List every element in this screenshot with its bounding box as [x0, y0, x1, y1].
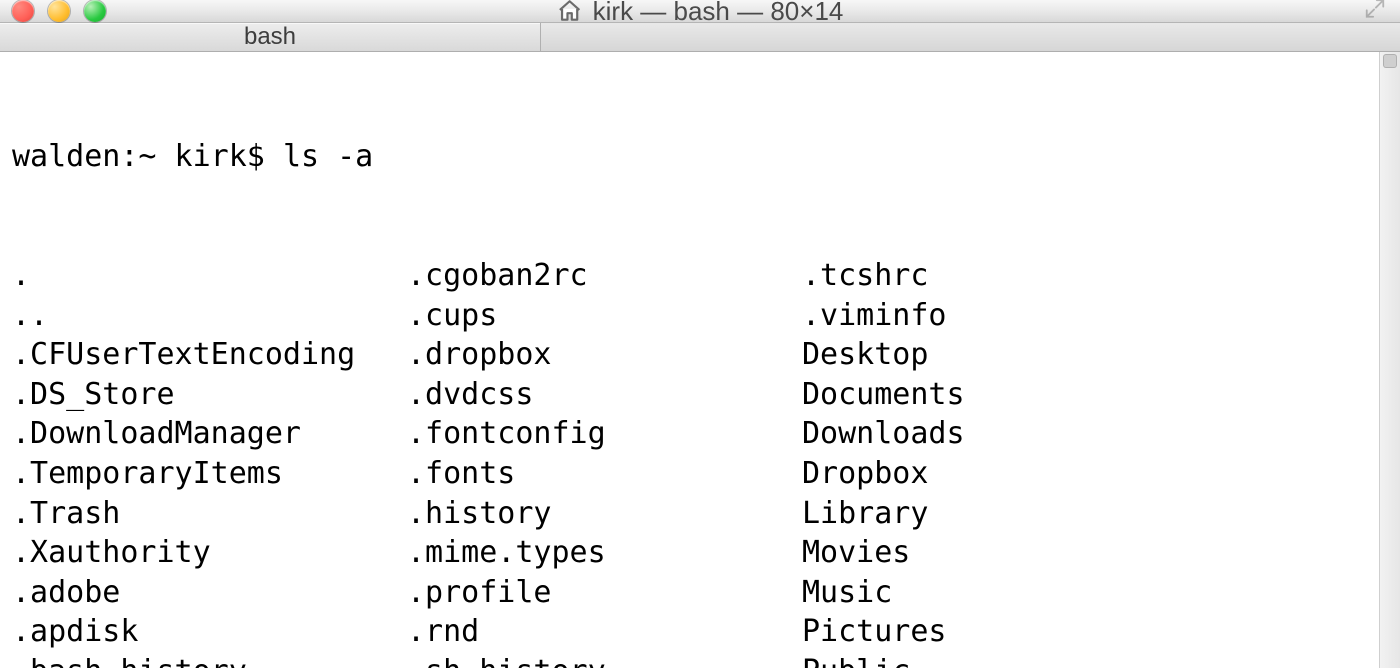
list-item: .TemporaryItems — [12, 454, 407, 494]
list-item: .Xauthority — [12, 533, 407, 573]
list-item: Documents — [802, 375, 965, 415]
list-item: .bash_history — [12, 652, 407, 668]
entered-command: ls -a — [283, 137, 373, 177]
terminal-area: walden:~ kirk$ ls -a . .. .CFUserTextEnc… — [0, 52, 1400, 668]
ls-column-3: .tcshrc .viminfo Desktop Documents Downl… — [802, 256, 965, 668]
scrollbar[interactable] — [1379, 52, 1400, 668]
list-item: Desktop — [802, 335, 965, 375]
list-item: .rnd — [407, 612, 802, 652]
scroll-thumb[interactable] — [1383, 54, 1397, 68]
list-item: .apdisk — [12, 612, 407, 652]
tab-bash[interactable]: bash — [0, 23, 541, 51]
list-item: .. — [12, 296, 407, 336]
list-item: Music — [802, 573, 965, 613]
list-item: .CFUserTextEncoding — [12, 335, 407, 375]
terminal-window: kirk — bash — 80×14 bash walden:~ kirk$ … — [0, 0, 1400, 668]
list-item: .dvdcss — [407, 375, 802, 415]
window-title: kirk — bash — 80×14 — [593, 0, 844, 27]
list-item: .profile — [407, 573, 802, 613]
tab-bar: bash — [0, 23, 1400, 52]
list-item: Pictures — [802, 612, 965, 652]
list-item: .cups — [407, 296, 802, 336]
list-item: .tcshrc — [802, 256, 965, 296]
list-item: . — [12, 256, 407, 296]
list-item: .fonts — [407, 454, 802, 494]
shell-prompt: walden:~ kirk$ — [12, 137, 283, 177]
terminal-output[interactable]: walden:~ kirk$ ls -a . .. .CFUserTextEnc… — [0, 52, 1379, 668]
list-item: Library — [802, 494, 965, 534]
list-item: .history — [407, 494, 802, 534]
minimize-button[interactable] — [48, 0, 70, 22]
list-item: .DS_Store — [12, 375, 407, 415]
list-item: .viminfo — [802, 296, 965, 336]
ls-column-1: . .. .CFUserTextEncoding .DS_Store .Down… — [12, 256, 407, 668]
titlebar: kirk — bash — 80×14 — [0, 0, 1400, 23]
zoom-button[interactable] — [84, 0, 106, 22]
tab-label: bash — [244, 23, 296, 51]
list-item: Dropbox — [802, 454, 965, 494]
window-title-group: kirk — bash — 80×14 — [557, 0, 844, 27]
window-controls — [12, 0, 106, 22]
list-item: .mime.types — [407, 533, 802, 573]
list-item: .cgoban2rc — [407, 256, 802, 296]
fullscreen-icon[interactable] — [1364, 0, 1386, 25]
list-item: .fontconfig — [407, 414, 802, 454]
list-item: .sh_history — [407, 652, 802, 668]
list-item: Movies — [802, 533, 965, 573]
list-item: .adobe — [12, 573, 407, 613]
ls-output-columns: . .. .CFUserTextEncoding .DS_Store .Down… — [12, 256, 1367, 668]
close-button[interactable] — [12, 0, 34, 22]
prompt-line-1: walden:~ kirk$ ls -a — [12, 137, 1367, 177]
ls-column-2: .cgoban2rc .cups .dropbox .dvdcss .fontc… — [407, 256, 802, 668]
list-item: Public — [802, 652, 965, 668]
list-item: .Trash — [12, 494, 407, 534]
list-item: .DownloadManager — [12, 414, 407, 454]
list-item: Downloads — [802, 414, 965, 454]
list-item: .dropbox — [407, 335, 802, 375]
home-icon — [557, 0, 583, 24]
